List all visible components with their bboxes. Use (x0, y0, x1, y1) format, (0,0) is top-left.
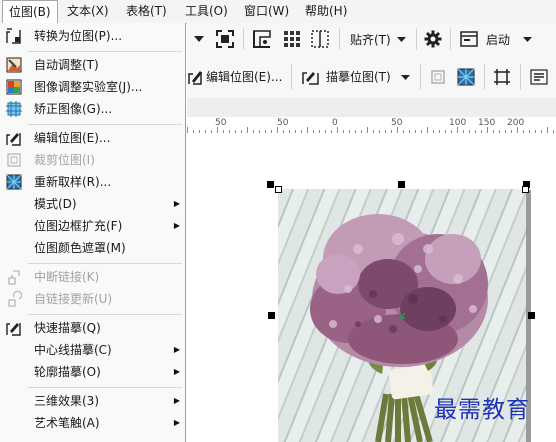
menu-item-mode[interactable]: 模式(D) ▶ (0, 193, 185, 215)
crop-bitmap-icon[interactable] (428, 68, 448, 86)
menu-item-art-strokes[interactable]: 艺术笔触(A) ▶ (0, 412, 185, 434)
quick-trace-icon (6, 320, 22, 336)
menu-item-label: 中断链接(K) (34, 270, 100, 284)
menu-item-label: 中心线描摹(C) (34, 343, 112, 357)
trace-bitmap-icon (301, 68, 321, 86)
guidelines-icon[interactable] (309, 29, 331, 49)
corner-node[interactable] (522, 186, 529, 193)
menu-item-quick-trace[interactable]: 快速描摹(Q) (0, 317, 185, 339)
menu-item-resample[interactable]: 重新取样(R)... (0, 171, 185, 193)
edit-bitmap-icon (187, 68, 203, 86)
resample-icon[interactable] (456, 67, 476, 87)
menu-text[interactable]: 文本(X) (61, 0, 115, 22)
menu-item-label: 重新取样(R)... (34, 175, 112, 189)
launch-chevron-down-icon[interactable] (521, 31, 533, 47)
menu-bitmap[interactable]: 位图(B) (2, 0, 58, 24)
menu-item-label: 位图颜色遮罩(M) (34, 241, 126, 255)
menu-tools[interactable]: 工具(O) (179, 0, 234, 22)
crop-bitmap-icon (6, 152, 22, 168)
dropdown-arrow-icon[interactable] (191, 31, 207, 47)
selection-handle-right[interactable] (528, 312, 535, 319)
selection-handle-top[interactable] (398, 181, 405, 188)
gear-icon[interactable] (423, 29, 443, 49)
watermark-text: 最需教育 (434, 397, 530, 423)
lilac-flowers (310, 214, 488, 367)
trace-bitmap-button[interactable]: 描摹位图(T) (326, 69, 391, 85)
menu-item-label: 模式(D) (34, 197, 77, 211)
convert-to-bitmap-icon (6, 28, 22, 44)
menu-item-label: 位图边框扩充(F) (34, 219, 123, 233)
bitmap-menu-dropdown: 转换为位图(P)... 自动调整(T) 图像调整实验室(J)... 矫正图像(G… (0, 23, 186, 442)
snap-chevron-down-icon[interactable] (395, 31, 407, 47)
menu-window[interactable]: 窗口(W) (238, 0, 295, 22)
menu-item-label: 三维效果(3) (34, 394, 99, 408)
resample-icon (6, 174, 22, 190)
menu-item-label: 艺术笔触(A) (34, 416, 100, 430)
bouquet-ribbon (388, 364, 434, 400)
menu-item-label: 图像调整实验室(J)... (34, 80, 143, 94)
align-text-icon[interactable] (529, 67, 549, 87)
menu-item-label: 轮廓描摹(O) (34, 365, 101, 379)
selection-handle-left[interactable] (268, 312, 275, 319)
submenu-arrow-icon: ▶ (173, 418, 180, 427)
menu-item-label: 编辑位图(E)... (34, 131, 111, 145)
menu-help[interactable]: 帮助(H) (299, 0, 353, 22)
ruler-label: 50 (277, 118, 289, 128)
grid-icon[interactable] (281, 29, 303, 49)
menu-item-straighten-image[interactable]: 矫正图像(G)... (0, 98, 185, 120)
snap-to-dropdown[interactable]: 贴齐(T) (350, 32, 391, 48)
menu-item-centerline-trace[interactable]: 中心线描摹(C) ▶ (0, 339, 185, 361)
submenu-arrow-icon: ▶ (173, 345, 180, 354)
rulers-icon[interactable] (251, 29, 273, 49)
menu-item-label: 自动调整(T) (34, 58, 99, 72)
launch-icon[interactable] (459, 30, 479, 48)
break-link-icon (6, 269, 22, 285)
edit-bitmap-button[interactable]: 编辑位图(E)... (206, 69, 282, 85)
menu-item-label: 转换为位图(P)... (34, 29, 123, 43)
menu-item-convert-to-bitmap[interactable]: 转换为位图(P)... (0, 25, 185, 47)
menu-bar: 位图(B) 文本(X) 表格(T) 工具(O) 窗口(W) 帮助(H) (0, 0, 556, 24)
menu-item-3d-effects[interactable]: 三维效果(3) ▶ (0, 390, 185, 412)
update-link-icon (6, 290, 23, 307)
submenu-arrow-icon: ▶ (173, 367, 180, 376)
flower-stems (375, 393, 433, 442)
menu-item-edit-bitmap[interactable]: 编辑位图(E)... (0, 127, 185, 149)
menu-item-image-adjustment-lab[interactable]: 图像调整实验室(J)... (0, 76, 185, 98)
menu-item-crop-bitmap[interactable]: 裁剪位图(I) (0, 149, 185, 171)
menu-item-label: 自链接更新(U) (34, 292, 113, 306)
menu-item-auto-adjust[interactable]: 自动调整(T) (0, 54, 185, 76)
trace-chevron-down-icon[interactable] (399, 69, 411, 85)
standard-toolbar: 贴齐(T) 启动 (187, 23, 556, 57)
ruler-label: 200 (507, 118, 525, 128)
horizontal-ruler[interactable]: 50 50 0 50 100 150 200 (187, 117, 556, 134)
menu-table[interactable]: 表格(T) (120, 0, 173, 22)
menu-item-break-link[interactable]: 中断链接(K) (0, 266, 185, 288)
launch-dropdown[interactable]: 启动 (486, 32, 510, 48)
full-screen-icon[interactable] (215, 29, 235, 49)
menu-item-outline-trace[interactable]: 轮廓描摹(O) ▶ (0, 361, 185, 383)
image-adjustment-lab-icon (6, 79, 22, 95)
bitmap-border-icon[interactable] (492, 67, 512, 87)
corner-node[interactable] (275, 186, 282, 193)
submenu-arrow-icon: ▶ (173, 221, 180, 230)
edit-bitmap-icon (6, 130, 22, 146)
menu-item-bitmap-border-expand[interactable]: 位图边框扩充(F) ▶ (0, 215, 185, 237)
menu-item-label: 矫正图像(G)... (34, 102, 113, 116)
submenu-arrow-icon: ▶ (173, 199, 180, 208)
menu-item-update-link[interactable]: 自链接更新(U) (0, 288, 185, 310)
straighten-image-icon (6, 101, 22, 117)
menu-item-label: 裁剪位图(I) (34, 153, 95, 167)
property-bar: 编辑位图(E)... 描摹位图(T) (187, 56, 556, 99)
document-tab-strip (187, 98, 556, 118)
submenu-arrow-icon: ▶ (173, 396, 180, 405)
selection-handle-top-left[interactable] (267, 181, 274, 188)
menu-item-bitmap-color-mask[interactable]: 位图颜色遮罩(M) (0, 237, 185, 259)
menu-item-label: 快速描摹(Q) (34, 321, 101, 335)
auto-adjust-icon (6, 57, 22, 73)
